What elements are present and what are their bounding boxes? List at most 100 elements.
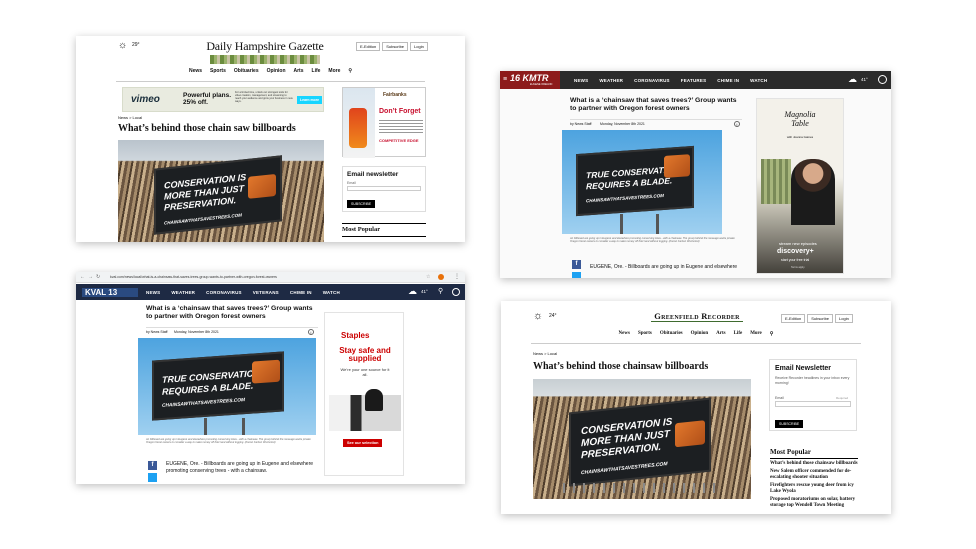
info-icon[interactable]: i: [308, 329, 314, 335]
nav-opinion[interactable]: Opinion: [267, 68, 286, 78]
staples-ad[interactable]: Staples Stay safe and supplied We’re you…: [324, 312, 404, 476]
search-icon[interactable]: ⚲: [348, 68, 352, 78]
newsletter-box: Email newsletter Email SUBSCRIBE: [342, 166, 426, 212]
nav-arts[interactable]: Arts: [716, 331, 725, 337]
menu-icon[interactable]: ⋮: [454, 273, 460, 280]
nav-news[interactable]: News: [619, 331, 630, 337]
discovery-ad[interactable]: Magnolia Table with Joanna Gaines stream…: [756, 98, 844, 274]
twitter-share-icon[interactable]: [148, 473, 157, 482]
publish-date: Monday, November 8th 2021: [600, 122, 645, 126]
nav-chime-in[interactable]: CHIME IN: [290, 290, 312, 295]
nav-news[interactable]: News: [189, 68, 202, 78]
breadcrumb[interactable]: News > Local: [533, 351, 557, 356]
publish-date: Monday, November 8th 2021: [174, 330, 219, 334]
reload-icon[interactable]: ↻: [96, 274, 100, 280]
search-icon[interactable]: ⚲: [770, 331, 774, 337]
subscribe-button[interactable]: SUBSCRIBE: [347, 200, 376, 208]
nav-news[interactable]: NEWS: [574, 78, 588, 83]
nav-sports[interactable]: Sports: [638, 331, 652, 337]
nav-news[interactable]: NEWS: [146, 290, 160, 295]
fairbanks-ad[interactable]: Fairbanks Don’t Forget COMPETITIVE EDGE: [342, 87, 426, 158]
nav-more[interactable]: More: [750, 331, 762, 337]
info-icon[interactable]: i: [734, 121, 740, 127]
e-edition-button[interactable]: E-Edition: [781, 314, 806, 323]
login-button[interactable]: Login: [410, 42, 428, 51]
nav-chime-in[interactable]: CHIME IN: [717, 78, 739, 83]
article-headline: What is a ‘chainsaw that saves trees?’ G…: [570, 97, 737, 113]
gazette-nav: News Sports Obituaries Opinion Arts Life…: [76, 68, 465, 78]
recorder-screenshot: ☼ 24° Greenfield Recorder E-Edition Subs…: [501, 301, 891, 514]
most-popular-heading: Most Popular: [770, 448, 812, 456]
nav-veterans[interactable]: VETERANS: [253, 290, 279, 295]
e-edition-button[interactable]: E-Edition: [356, 42, 381, 51]
nav-arts[interactable]: Arts: [294, 68, 304, 78]
newsletter-box: Email Newsletter Receive Recorder headli…: [769, 359, 857, 431]
facebook-share-icon[interactable]: f: [148, 461, 157, 470]
nav-sports[interactable]: Sports: [210, 68, 226, 78]
staples-logo: Staples: [341, 331, 370, 340]
kmtr-screenshot: 16 KMTR EUGENE OREGON ≡ NEWS WEATHER COR…: [500, 71, 891, 278]
nav-watch[interactable]: WATCH: [323, 290, 340, 295]
list-item[interactable]: What’s behind those chainsaw billboards: [770, 461, 860, 467]
nav-life[interactable]: Life: [312, 68, 321, 78]
extension-icon[interactable]: [438, 274, 444, 280]
vimeo-ad[interactable]: vimeo Powerful plans. 25% off. For a lim…: [122, 87, 324, 112]
menu-icon[interactable]: ≡: [503, 76, 507, 83]
article-body: EUGENE, Ore. - Billboards are going up i…: [166, 461, 314, 467]
article-headline: What is a ‘chainsaw that saves trees?’ G…: [146, 305, 313, 321]
list-item[interactable]: Firefighters rescue young deer from icy …: [770, 483, 860, 495]
nav-weather[interactable]: WEATHER: [599, 78, 623, 83]
nav-more[interactable]: More: [328, 68, 340, 78]
search-icon[interactable]: ⚲: [438, 287, 443, 295]
twitter-share-icon[interactable]: [572, 272, 581, 278]
facebook-share-icon[interactable]: f: [572, 260, 581, 269]
photo-caption: An billboard are going up in Eugene and …: [146, 438, 311, 445]
nav-features[interactable]: FEATURES: [681, 78, 707, 83]
byline[interactable]: by News Staff: [570, 122, 592, 126]
nav-obituaries[interactable]: Obituaries: [660, 331, 683, 337]
nav-opinion[interactable]: Opinion: [691, 331, 709, 337]
account-links: E-Edition Subscribe Login: [781, 314, 853, 323]
most-popular-list: What’s behind those chainsaw billboards …: [770, 461, 860, 509]
email-field[interactable]: [347, 186, 421, 191]
kval-logo[interactable]: KVAL 13: [82, 287, 138, 297]
article-body: EUGENE, Ore. - Billboards are going up i…: [590, 264, 738, 270]
subscribe-button[interactable]: Subscribe: [807, 314, 834, 323]
gazette-logo[interactable]: Daily Hampshire Gazette: [206, 39, 324, 64]
nav-life[interactable]: Life: [734, 331, 743, 337]
nav-coronavirus[interactable]: CORONAVIRUS: [634, 78, 670, 83]
breadcrumb[interactable]: News > Local: [118, 115, 142, 120]
back-icon[interactable]: ←: [80, 274, 85, 280]
nav-obituaries[interactable]: Obituaries: [234, 68, 259, 78]
weather-temp: 24°: [549, 313, 557, 319]
article-body: promoting conserving trees - with a chai…: [166, 468, 268, 474]
see-selection-button[interactable]: See our selection: [343, 439, 383, 447]
star-icon[interactable]: ☆: [426, 274, 430, 280]
kval-screenshot: ← → ↻ kval.com/news/local/what-is-a-chai…: [76, 272, 465, 484]
email-field[interactable]: [775, 401, 851, 407]
list-item[interactable]: Proposed moratoriums on solar, battery s…: [770, 497, 860, 509]
cloud-icon[interactable]: ☁: [848, 74, 857, 85]
list-item[interactable]: New Salem officer commended for de-escal…: [770, 469, 860, 481]
cloud-icon[interactable]: ☁: [408, 286, 417, 297]
article-headline: What’s behind those chainsaw billboards: [533, 361, 709, 372]
nav-coronavirus[interactable]: CORONAVIRUS: [206, 290, 242, 295]
nav-watch[interactable]: WATCH: [750, 78, 767, 83]
nav-weather[interactable]: WEATHER: [171, 290, 195, 295]
subscribe-button[interactable]: Subscribe: [382, 42, 409, 51]
subscribe-button[interactable]: SUBSCRIBE: [775, 420, 804, 428]
kmtr-logo[interactable]: 16 KMTR EUGENE OREGON: [500, 71, 560, 89]
account-icon[interactable]: [452, 288, 460, 296]
article-photo: TRUE CONSERVATION REQUIRES A BLADE. CHAI…: [138, 338, 316, 435]
login-button[interactable]: Login: [835, 314, 853, 323]
byline[interactable]: by News Staff: [146, 330, 168, 334]
article-photo: CONSERVATION IS MORE THAN JUST PRESERVAT…: [118, 140, 324, 242]
forward-icon[interactable]: →: [88, 274, 93, 280]
vimeo-logo: vimeo: [131, 94, 160, 105]
kmtr-navbar: 16 KMTR EUGENE OREGON ≡ NEWS WEATHER COR…: [500, 71, 891, 89]
account-icon[interactable]: [878, 75, 887, 84]
recorder-logo[interactable]: Greenfield Recorder: [651, 311, 743, 325]
address-bar[interactable]: kval.com/news/local/what-is-a-chainsaw-t…: [110, 275, 277, 279]
learn-more-button[interactable]: Learn more: [297, 96, 323, 104]
article-headline: What’s behind those chain saw billboards: [118, 123, 296, 134]
